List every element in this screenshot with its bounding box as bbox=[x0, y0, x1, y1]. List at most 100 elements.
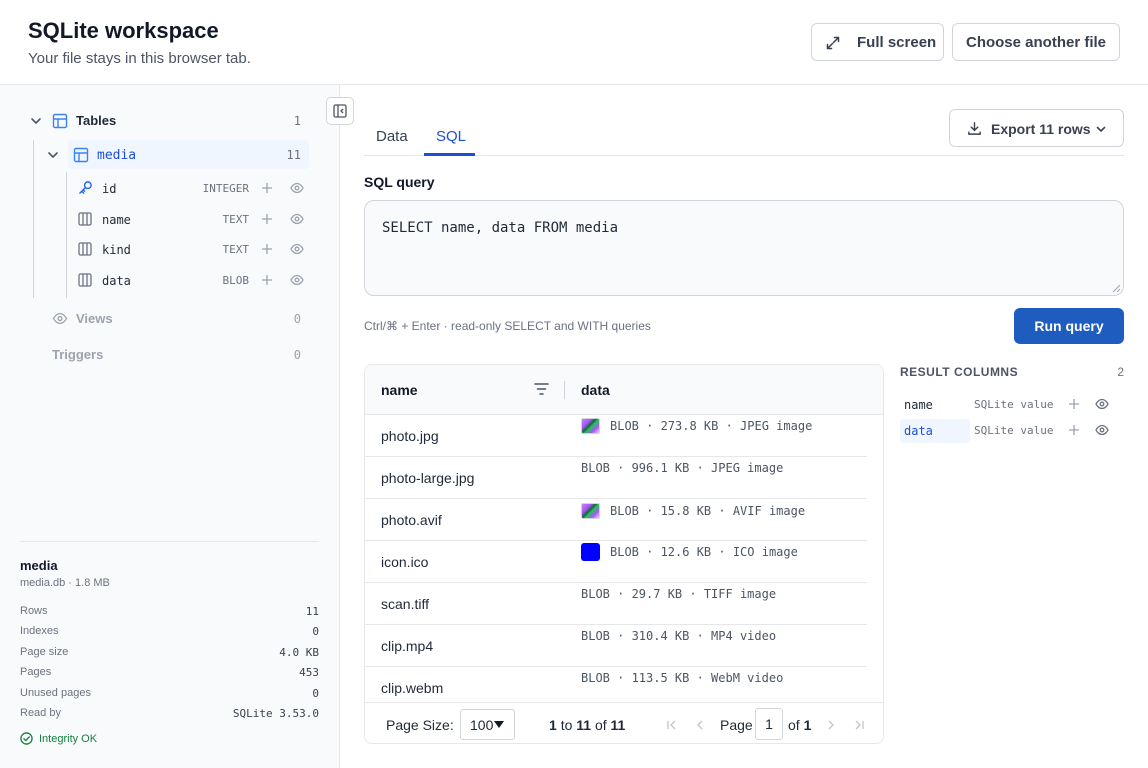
result-column-type: SQLite value bbox=[974, 424, 1054, 437]
stat-value-rows: 11 bbox=[305, 605, 319, 618]
table-row[interactable]: photo.avif BLOB · 15.8 KB · AVIF image bbox=[365, 499, 867, 541]
range-of-word: of bbox=[594, 717, 607, 733]
cell-data[interactable]: BLOB · 996.1 KB · JPEG image bbox=[581, 461, 783, 475]
cell-name[interactable]: photo.avif bbox=[381, 512, 442, 528]
page-of: of 1 bbox=[788, 717, 811, 733]
column-type-id: INTEGER bbox=[202, 182, 249, 195]
integrity-label: Integrity OK bbox=[39, 732, 98, 745]
page-number-input[interactable]: 1 bbox=[755, 708, 783, 740]
filter-icon[interactable] bbox=[534, 382, 549, 396]
cell-name[interactable]: clip.webm bbox=[381, 680, 443, 696]
grid-body[interactable]: photo.jpg BLOB · 273.8 KB · JPEG image p… bbox=[365, 415, 867, 702]
export-rows-button[interactable]: Export 11 rows bbox=[949, 109, 1124, 147]
tables-label[interactable]: Tables bbox=[76, 113, 116, 128]
check-circle-icon bbox=[20, 732, 33, 745]
column-type-data: BLOB bbox=[222, 274, 250, 287]
column-header-name[interactable]: name bbox=[381, 382, 418, 398]
cell-data[interactable]: BLOB · 29.7 KB · TIFF image bbox=[581, 587, 776, 601]
tree-guide bbox=[66, 172, 67, 298]
eye-icon[interactable] bbox=[290, 274, 304, 286]
cell-name[interactable]: clip.mp4 bbox=[381, 638, 433, 654]
column-header-data[interactable]: data bbox=[581, 382, 610, 398]
choose-file-button[interactable]: Choose another file bbox=[952, 23, 1120, 61]
row-range: 1 to 11 of 11 bbox=[549, 717, 625, 733]
triggers-count: 0 bbox=[293, 348, 301, 362]
sql-editor-text[interactable]: SELECT name, data FROM media bbox=[382, 220, 618, 236]
page-size-value: 100 bbox=[470, 717, 494, 733]
result-column-name[interactable]: name bbox=[904, 398, 933, 412]
table-row[interactable]: scan.tiff BLOB · 29.7 KB · TIFF image bbox=[365, 583, 867, 625]
tab-data[interactable]: Data bbox=[376, 128, 408, 145]
cell-data[interactable]: BLOB · 113.5 KB · WebM video bbox=[581, 671, 783, 685]
page-label: Page bbox=[720, 717, 753, 733]
cell-name[interactable]: scan.tiff bbox=[381, 596, 429, 612]
tab-sql[interactable]: SQL bbox=[436, 128, 466, 145]
stat-label-read-by: Read by bbox=[20, 707, 61, 719]
resize-handle-icon[interactable] bbox=[1112, 284, 1121, 293]
first-page-icon[interactable] bbox=[666, 719, 678, 731]
collapse-sidebar-button[interactable] bbox=[326, 97, 354, 125]
table-row[interactable]: clip.mp4 BLOB · 310.4 KB · MP4 video bbox=[365, 625, 867, 667]
cell-name[interactable]: photo.jpg bbox=[381, 428, 439, 444]
results-grid: name data photo.jpg BLOB · 273.8 KB · JP… bbox=[364, 364, 884, 744]
column-name-name[interactable]: name bbox=[102, 213, 131, 227]
stat-value-unused-pages: 0 bbox=[312, 687, 319, 700]
column-type-kind: TEXT bbox=[222, 243, 250, 256]
last-page-icon[interactable] bbox=[853, 719, 865, 731]
column-name-kind[interactable]: kind bbox=[102, 243, 131, 257]
download-icon bbox=[968, 122, 981, 135]
table-row[interactable]: clip.webm BLOB · 113.5 KB · WebM video bbox=[365, 667, 867, 702]
fullscreen-label: Full screen bbox=[857, 34, 937, 51]
eye-icon[interactable] bbox=[290, 243, 304, 255]
eye-icon[interactable] bbox=[1095, 424, 1109, 436]
result-column-name[interactable]: data bbox=[904, 424, 933, 438]
plus-icon[interactable] bbox=[261, 182, 273, 194]
sql-editor[interactable]: SELECT name, data FROM media bbox=[364, 200, 1124, 296]
plus-icon[interactable] bbox=[1068, 424, 1080, 436]
prev-page-icon[interactable] bbox=[694, 719, 706, 731]
page-size-select[interactable]: 100 bbox=[460, 709, 515, 740]
eye-icon[interactable] bbox=[290, 213, 304, 225]
pagination-bar: Page Size: 100 1 to 11 of 11 Page 1 of 1 bbox=[365, 702, 883, 743]
plus-icon[interactable] bbox=[1068, 398, 1080, 410]
eye-icon[interactable] bbox=[1095, 398, 1109, 410]
table-row[interactable]: photo-large.jpg BLOB · 996.1 KB · JPEG i… bbox=[365, 457, 867, 499]
result-column-item[interactable]: data SQLite value bbox=[900, 419, 1124, 443]
tables-count: 1 bbox=[293, 114, 301, 128]
active-tab-indicator bbox=[424, 153, 475, 156]
table-row[interactable]: photo.jpg BLOB · 273.8 KB · JPEG image bbox=[365, 415, 867, 457]
key-icon bbox=[79, 181, 92, 194]
cell-data[interactable]: BLOB · 310.4 KB · MP4 video bbox=[581, 629, 776, 643]
column-separator[interactable] bbox=[564, 381, 565, 399]
table-row[interactable]: icon.ico BLOB · 12.6 KB · ICO image bbox=[365, 541, 867, 583]
stat-label-page-size: Page size bbox=[20, 646, 69, 658]
page-size-label: Page Size: bbox=[386, 717, 454, 733]
result-column-item[interactable]: name SQLite value bbox=[900, 393, 1124, 417]
plus-icon[interactable] bbox=[261, 274, 273, 286]
views-label[interactable]: Views bbox=[76, 311, 113, 326]
stat-value-pages: 453 bbox=[299, 666, 319, 679]
result-columns-count: 2 bbox=[1117, 365, 1124, 379]
next-page-icon[interactable] bbox=[825, 719, 837, 731]
cell-name[interactable]: icon.ico bbox=[381, 554, 428, 570]
chevron-down-icon[interactable] bbox=[29, 114, 43, 128]
cell-data[interactable]: BLOB · 15.8 KB · AVIF image bbox=[610, 504, 805, 518]
run-query-button[interactable]: Run query bbox=[1014, 308, 1124, 344]
stat-label-unused-pages: Unused pages bbox=[20, 687, 91, 699]
stat-label-indexes: Indexes bbox=[20, 625, 59, 637]
cell-data[interactable]: BLOB · 12.6 KB · ICO image bbox=[610, 545, 798, 559]
column-icon bbox=[78, 212, 92, 226]
cell-name[interactable]: photo-large.jpg bbox=[381, 470, 474, 486]
caret-down-icon bbox=[494, 721, 504, 728]
fullscreen-button[interactable]: Full screen bbox=[811, 23, 944, 61]
export-label: Export 11 rows bbox=[991, 121, 1091, 137]
column-name-data[interactable]: data bbox=[102, 274, 131, 288]
cell-data[interactable]: BLOB · 273.8 KB · JPEG image bbox=[610, 419, 812, 433]
sidebar-table-media[interactable]: media bbox=[97, 148, 136, 163]
chevron-down-icon[interactable] bbox=[46, 148, 60, 162]
eye-icon[interactable] bbox=[290, 182, 304, 194]
column-name-id[interactable]: id bbox=[102, 182, 116, 196]
triggers-label[interactable]: Triggers bbox=[52, 347, 103, 362]
plus-icon[interactable] bbox=[261, 213, 273, 225]
plus-icon[interactable] bbox=[261, 243, 273, 255]
